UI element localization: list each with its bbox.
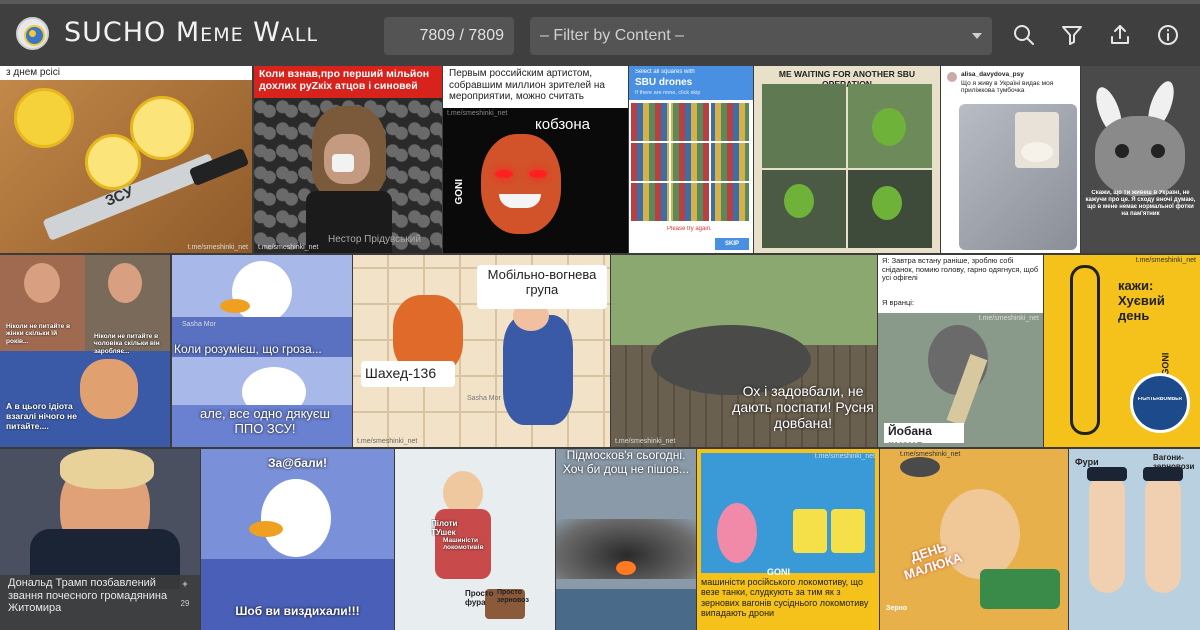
app-title: SUCHO Meme Wall [64, 17, 319, 48]
meme-wall: з днем рсісі ЗСУ t.me/smeshinki_net Коли… [0, 66, 1200, 630]
meme-caption: Мобільно-вогнева група [477, 265, 607, 309]
content-filter-select[interactable]: – Filter by Content – [530, 17, 992, 55]
meme-tile-tired-cat[interactable]: Ох і задовбали, не дають поспати! Русня … [611, 255, 877, 447]
meme-tile-kermit[interactable]: ME WAITING FOR ANOTHER SBU OPERATION [754, 66, 940, 253]
filter-placeholder: – Filter by Content – [540, 27, 685, 44]
meme-tile-patrick-spongebob[interactable]: GONI машиністи російського локомотиву, щ… [697, 449, 879, 630]
meme-caption: машиністи російського локомотиву, що вез… [701, 577, 869, 619]
meme-tile-captcha[interactable]: Select all squares with SBU drones If th… [629, 66, 753, 253]
meme-caption: Підмосков'я сьогодні. Хоч би дощ не пішо… [562, 449, 690, 476]
meme-tile-moscow-smoke[interactable]: Підмосков'я сьогодні. Хоч би дощ не пішо… [556, 449, 696, 630]
meme-caption: ДЕНЬ МАЛЮКА [902, 539, 964, 583]
meme-tile-kids[interactable]: Пілоти ТУшек Машиністи локомотивів Прост… [395, 449, 555, 630]
meme-caption: кажи: Хуєвий день [1118, 279, 1165, 323]
meme-tile-morning[interactable]: Я: Завтра встану раніше, зроблю собі сні… [878, 255, 1043, 447]
meme-caption: кобзона [535, 116, 591, 133]
meme-tile-baby-day[interactable]: ДЕНЬ МАЛЮКА Зерно t.me/smeshinki_net [880, 449, 1068, 630]
meme-caption: За@бали! [268, 457, 327, 470]
meme-tile-lemons[interactable]: з днем рсісі ЗСУ t.me/smeshinki_net [0, 66, 252, 253]
meme-caption: Шоб ви виздихали!!! [235, 605, 360, 618]
meme-tile-donald-duck-angry[interactable]: За@бали! Шоб ви виздихали!!! [201, 449, 394, 630]
meme-tile-donald-duck-thunder[interactable]: Коли розумієш, що гроза... але, все одно… [172, 255, 352, 447]
meme-caption: Шахед-136 [361, 361, 455, 387]
meme-tile-mobile-group[interactable]: Мобільно-вогнева група Шахед-136 t.me/sm… [353, 255, 610, 447]
meme-tile-pilots[interactable]: Фури Вагони-зерновози [1069, 449, 1200, 630]
meme-caption: Дональд Трамп позбавлений звання почесно… [8, 577, 168, 615]
goni-logo: GONI [454, 178, 466, 205]
search-icon[interactable] [1012, 23, 1036, 47]
meme-tile-never-ask[interactable]: Ніколи не питайте в жінки скільки їй рок… [0, 255, 170, 447]
meme-tile-bunny-cat[interactable]: Скажи, що ти живеш в Україні, не кажучи … [1081, 66, 1200, 253]
meme-tile-say-bad-day[interactable]: кажи: Хуєвий день GONI FIGHTERBOMBER t.m… [1044, 255, 1200, 447]
filter-icon[interactable] [1060, 23, 1084, 47]
top-bar: SUCHO Meme Wall 7809 / 7809 – Filter by … [0, 0, 1200, 66]
meme-tile-crying-man[interactable]: Коли взнав,про перший мільйон дохлих руZ… [254, 66, 442, 253]
meme-caption: Йобана русня [884, 423, 964, 443]
skip-button: SKIP [715, 238, 749, 250]
meme-tile-nightstand[interactable]: alisa_davydova_psy Що я живу в Україні в… [941, 66, 1080, 253]
meme-caption: Коли взнав,про перший мільйон дохлих руZ… [254, 66, 442, 98]
meme-tile-trump[interactable]: Дональд Трамп позбавлений звання почесно… [0, 449, 200, 630]
chevron-down-icon [972, 33, 982, 39]
info-icon[interactable] [1156, 23, 1180, 47]
meme-caption: Первым российским артистом, собравшим ми… [443, 66, 628, 108]
meme-counter: 7809 / 7809 [384, 17, 514, 55]
meme-caption: з днем рсісі [0, 66, 252, 80]
meme-caption: Ох і задовбали, не дають поспати! Русня … [732, 383, 874, 432]
meme-tile-kobzon[interactable]: Первым российским артистом, собравшим ми… [443, 66, 628, 253]
share-icon[interactable] [1108, 23, 1132, 47]
sucho-logo[interactable] [16, 17, 49, 50]
